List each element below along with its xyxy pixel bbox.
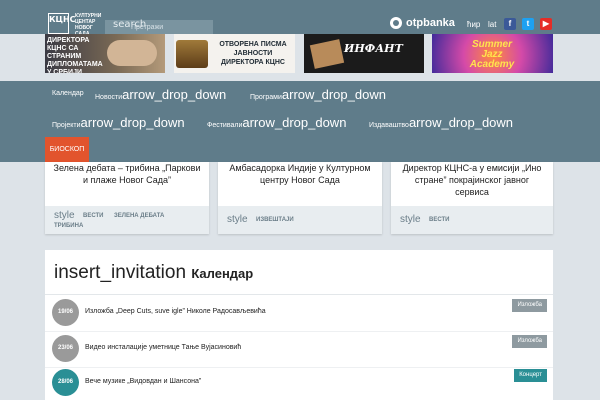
tag-link[interactable]: ТРИБИНА [54,223,83,229]
arrow-drop-down-icon: arrow_drop_down [281,87,386,102]
nav-item-calendar[interactable]: Календар [52,90,84,97]
nav-item-publishing[interactable]: Издаваштвоarrow_drop_down [369,115,513,130]
style-icon: style [54,210,75,221]
style-icon: style [227,214,248,225]
card-footer: style ВЕСТИ [391,206,553,234]
nav-item-programs[interactable]: Програмиarrow_drop_down [250,87,386,102]
nav-item-label: Новости [95,94,123,101]
event-row[interactable]: 19/06 Изложба „Deep Cuts, suve igle” Ник… [45,296,553,332]
style-icon: style [400,214,421,225]
nav-item-cinema[interactable]: БИОСКОП [45,137,89,162]
news-card[interactable]: Директор КЦНС-а у емисији „Ино стране” п… [391,162,553,234]
jazz-academy-title: Summer Jazz Academy [469,39,515,70]
card-title[interactable]: Директор КЦНС-а у емисији „Ино стране” п… [397,162,547,198]
gavel-image [176,40,208,68]
arrow-drop-down-icon: arrow_drop_down [80,115,185,130]
sponsor-name: otpbanka [406,17,455,29]
banner-text: ДИРЕКТОРА КЦНС СА СТРАНИМ ДИПЛОМАТАМА У … [47,37,103,73]
card-title[interactable]: Зелена дебата – трибина „Паркови и плаже… [51,162,203,186]
logo[interactable]: КЦНС [48,13,76,34]
logo-letters: КЦНС [49,15,76,24]
calendar-title: Календар [191,266,254,281]
calendar-section: insert_invitation Календар 19/06 Изложба… [45,250,553,400]
event-title[interactable]: Видео инсталације уметнице Тање Вујасино… [85,344,241,351]
arrow-drop-down-icon: arrow_drop_down [242,115,347,130]
nav-item-label: Календар [52,90,84,97]
arrow-drop-down-icon: arrow_drop_down [408,115,514,130]
arrow-drop-down-icon: arrow_drop_down [122,87,227,102]
card-title[interactable]: Амбасадорка Индије у Културном центру Но… [224,162,376,186]
tag-link[interactable]: ИЗВЕШТАЈИ [256,217,294,223]
nav-item-label: Пројекти [52,122,81,129]
card-footer: style ИЗВЕШТАЈИ [218,206,382,234]
event-category-badge[interactable]: Концерт [514,369,547,382]
event-date-badge: 28/06 [52,369,79,396]
handshake-image [107,40,157,66]
nav-item-label: Издаваштво [369,122,409,129]
event-title[interactable]: Изложба „Deep Cuts, suve igle” Николе Ра… [85,308,266,315]
facebook-icon[interactable]: f [504,18,516,30]
event-category-badge[interactable]: Изложба [512,299,547,312]
infant-artwork-image [309,39,345,69]
news-card[interactable]: Зелена дебата – трибина „Паркови и плаже… [45,162,209,234]
event-category-badge[interactable]: Изложба [512,335,547,348]
nav-item-projects[interactable]: Пројектиarrow_drop_down [52,115,185,130]
tag-link[interactable]: ЗЕЛЕНА ДЕБАТА [114,213,164,219]
otp-mark-icon [390,17,402,29]
banner-jazz-academy[interactable]: Summer Jazz Academy [432,34,553,73]
search-box: search [105,19,213,34]
banner-text: Summer Jazz Academy [462,40,522,70]
banner-diplomats[interactable]: ДИРЕКТОРА КЦНС СА СТРАНИМ ДИПЛОМАТАМА У … [45,34,165,73]
invitation-icon: insert_invitation [54,262,187,283]
nav-item-news[interactable]: Новостиarrow_drop_down [95,87,226,102]
tag-link[interactable]: ВЕСТИ [83,213,104,219]
event-row[interactable]: 28/06 Вече музике „Видовдан и Шансона” К… [45,366,553,400]
main-navigation: Календар Новостиarrow_drop_down Програми… [0,81,600,162]
calendar-header: insert_invitation Календар [54,262,253,284]
lang-latin[interactable]: lat [488,20,496,29]
sponsor-logo[interactable]: otpbanka [390,17,455,29]
banner-infant[interactable]: ИНФАНТ [304,34,424,73]
card-footer: style ВЕСТИ ЗЕЛЕНА ДЕБАТА ТРИБИНА [45,206,209,234]
event-date-badge: 23/06 [52,335,79,362]
event-row[interactable]: 23/06 Видео инсталације уметнице Тање Ву… [45,332,553,368]
nav-item-festivals[interactable]: Фестивалиarrow_drop_down [207,115,346,130]
divider [45,294,553,295]
lang-cyrillic[interactable]: ћир [467,20,480,29]
banner-open-letters[interactable]: ОТВОРЕНА ПИСМА ЈАВНОСТИ ДИРЕКТОРА КЦНС [174,34,295,73]
banner-text: ИНФАНТ [344,42,403,55]
youtube-icon[interactable]: ▶ [540,18,552,30]
twitter-icon[interactable]: t [522,18,534,30]
nav-item-label: Програми [250,94,282,101]
tag-link[interactable]: ВЕСТИ [429,217,450,223]
news-card[interactable]: Амбасадорка Индије у Културном центру Но… [218,162,382,234]
nav-item-label: Фестивали [207,122,243,129]
banner-text: ОТВОРЕНА ПИСМА ЈАВНОСТИ ДИРЕКТОРА КЦНС [219,41,287,66]
event-title[interactable]: Вече музике „Видовдан и Шансона” [85,378,201,385]
top-bar: КЦНС КУЛТУРНИ ЦЕНТАР НОВОГ САДА search o… [0,0,600,37]
event-date-badge: 19/06 [52,299,79,326]
search-input[interactable] [131,20,213,34]
